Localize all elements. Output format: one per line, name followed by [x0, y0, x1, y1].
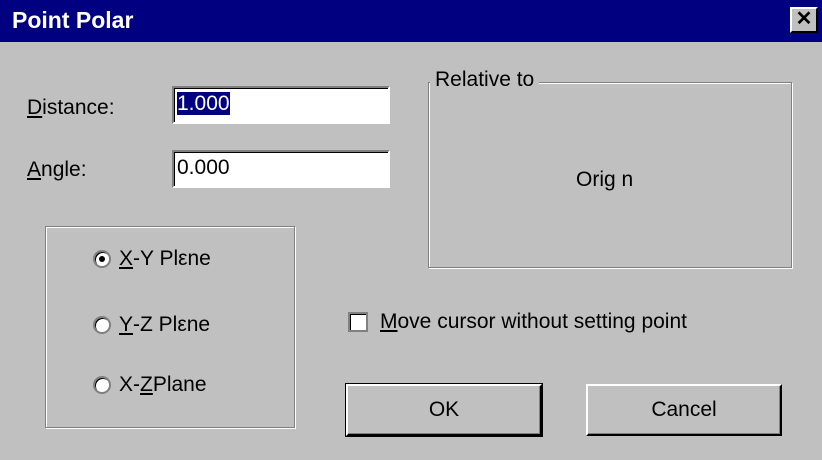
- radio-button-selected[interactable]: [93, 250, 111, 268]
- angle-label: Angle:: [27, 158, 87, 182]
- cancel-button[interactable]: Cancel: [586, 384, 782, 436]
- angle-field[interactable]: 0.000: [172, 150, 390, 188]
- angle-value: 0.000: [177, 156, 230, 179]
- move-cursor-label: ove cursor without setting point: [397, 310, 688, 333]
- ok-button[interactable]: OK: [345, 383, 543, 437]
- relative-to-legend: Relative to: [430, 68, 540, 92]
- move-cursor-checkbox[interactable]: [348, 312, 368, 332]
- angle-mnemonic: A: [27, 158, 42, 181]
- angle-label-text: ngle:: [41, 158, 87, 181]
- relative-to-value: Orig n: [576, 168, 634, 191]
- title-bar: Point Polar ✕: [0, 0, 822, 42]
- distance-mnemonic: D: [27, 96, 43, 119]
- radio-button[interactable]: [93, 316, 111, 334]
- move-cursor-checkbox-row[interactable]: Move cursor without setting point: [348, 310, 687, 334]
- window-title: Point Polar: [12, 7, 134, 33]
- distance-label-text: istance:: [42, 96, 115, 119]
- radio-button[interactable]: [93, 376, 111, 394]
- distance-label: Distance:: [27, 96, 115, 120]
- radio-xz-plane[interactable]: X- Z Plane: [93, 372, 207, 398]
- radio-xy-plane[interactable]: X -Y Plεne: [93, 246, 211, 272]
- distance-field[interactable]: 1.000: [172, 86, 390, 124]
- close-button[interactable]: ✕: [790, 7, 818, 33]
- close-icon: ✕: [795, 8, 813, 30]
- distance-value: 1.000: [176, 91, 231, 116]
- radio-yz-plane[interactable]: Y -Z Plεne: [93, 312, 210, 338]
